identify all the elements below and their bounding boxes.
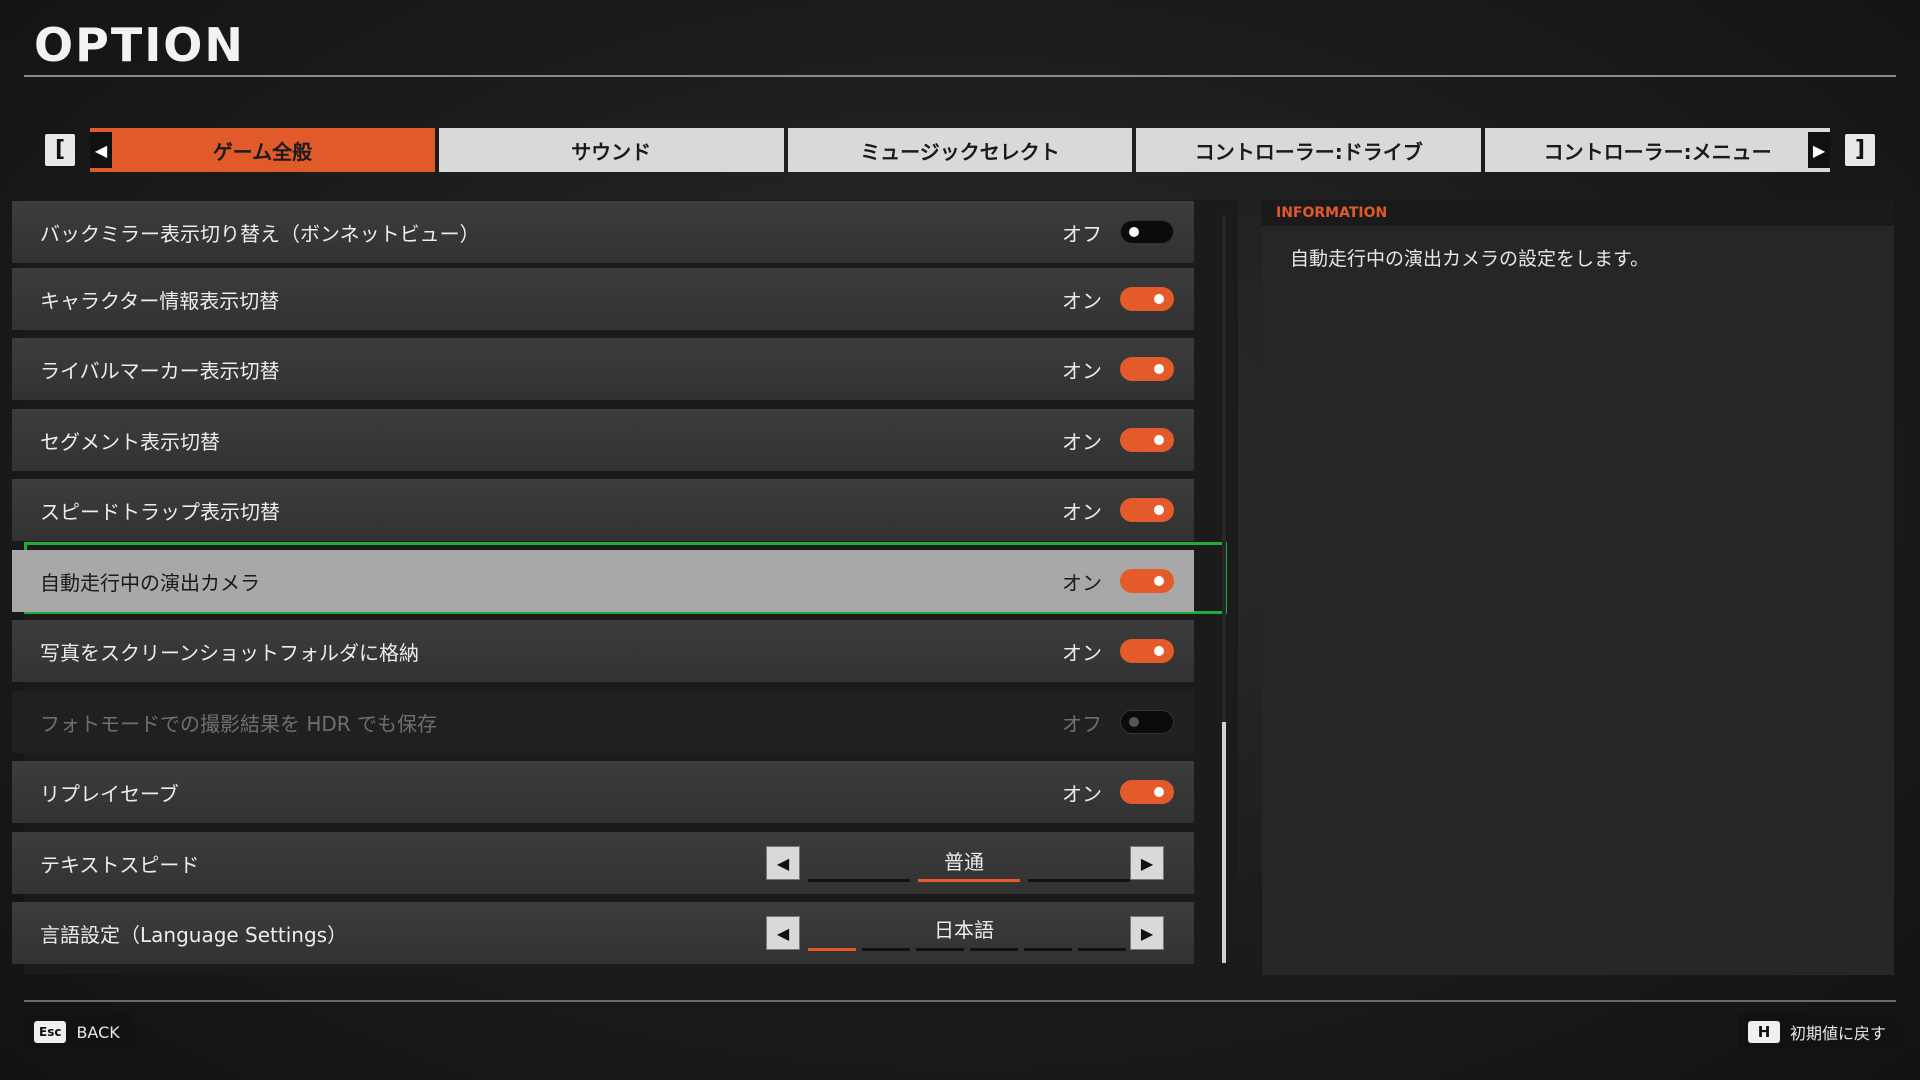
toggle-switch[interactable] [1120, 569, 1174, 593]
selector-segment [862, 948, 910, 951]
setting-row-hdr-save: フォトモードでの撮影結果を HDR でも保存 オフ [12, 691, 1194, 753]
setting-label: キャラクター情報表示切替 [40, 288, 280, 313]
arrow-left-icon[interactable]: ◀ [766, 846, 800, 880]
toggle-switch[interactable] [1120, 220, 1174, 244]
setting-label: ライバルマーカー表示切替 [40, 358, 280, 383]
setting-row-character-info[interactable]: キャラクター情報表示切替 オン [12, 268, 1194, 330]
toggle-knob [1129, 227, 1139, 237]
reset-label: 初期値に戻す [1790, 1024, 1887, 1043]
page-title: OPTION [34, 18, 245, 72]
toggle-switch[interactable] [1120, 780, 1174, 804]
setting-value: オン [1062, 640, 1102, 665]
tab-label: コントローラー:ドライブ [1194, 139, 1423, 164]
arrow-right-icon[interactable]: ▶ [1130, 916, 1164, 950]
reset-defaults-button[interactable]: H 初期値に戻す [1738, 1014, 1901, 1050]
tab-label: ゲーム全般 [212, 139, 313, 164]
toggle-knob [1154, 364, 1164, 374]
setting-row-replay-save[interactable]: リプレイセーブ オン [12, 761, 1194, 823]
scrollbar-thumb[interactable] [1222, 722, 1226, 963]
setting-label: 自動走行中の演出カメラ [40, 570, 260, 595]
toggle-switch[interactable] [1120, 639, 1174, 663]
toggle-knob [1154, 646, 1164, 656]
setting-label: テキストスピード [40, 852, 200, 877]
selector-value: 日本語 [934, 918, 994, 942]
setting-label: 言語設定（Language Settings） [40, 922, 348, 947]
header-divider [24, 75, 1896, 77]
setting-row-auto-drive-camera[interactable]: 自動走行中の演出カメラ オン [12, 550, 1194, 612]
setting-label: セグメント表示切替 [40, 429, 220, 454]
tab-controller-menu[interactable]: コントローラー:メニュー ▶ [1485, 128, 1830, 172]
setting-row-language[interactable]: 言語設定（Language Settings） ◀ 日本語 ▶ [12, 902, 1194, 964]
setting-value: オン [1062, 570, 1102, 595]
toggle-knob [1154, 294, 1164, 304]
tab-controller-drive[interactable]: コントローラー:ドライブ [1136, 128, 1482, 172]
arrow-left-icon[interactable]: ◀ [766, 916, 800, 950]
information-text: 自動走行中の演出カメラの設定をします。 [1290, 248, 1650, 270]
setting-row-screenshot-folder[interactable]: 写真をスクリーンショットフォルダに格納 オン [12, 620, 1194, 682]
toggle-knob [1154, 576, 1164, 586]
back-label: BACK [76, 1022, 120, 1042]
footer-divider [24, 1000, 1896, 1002]
toggle-switch[interactable] [1120, 428, 1174, 452]
setting-label: スピードトラップ表示切替 [40, 499, 280, 524]
toggle-switch[interactable] [1120, 357, 1174, 381]
setting-value: オン [1062, 288, 1102, 313]
tab-bar: ◀ ゲーム全般 サウンド ミュージックセレクト コントローラー:ドライブ コント… [90, 128, 1830, 172]
setting-label: バックミラー表示切り替え（ボンネットビュー） [40, 221, 480, 246]
selector-value: 普通 [944, 850, 984, 874]
setting-value: オン [1062, 781, 1102, 806]
prev-tab-key-hint[interactable]: [ [45, 134, 75, 166]
setting-row-text-speed[interactable]: テキストスピード ◀ 普通 ▶ [12, 832, 1194, 894]
toggle-switch[interactable] [1120, 287, 1174, 311]
tab-prev-arrow-icon[interactable]: ◀ [90, 132, 112, 168]
esc-key-icon: Esc [34, 1021, 67, 1043]
selector-segment [916, 948, 964, 951]
setting-value: オフ [1062, 711, 1102, 736]
setting-row-rival-marker[interactable]: ライバルマーカー表示切替 オン [12, 338, 1194, 400]
toggle-switch[interactable] [1120, 498, 1174, 522]
setting-value: オン [1062, 358, 1102, 383]
information-panel: INFORMATION 自動走行中の演出カメラの設定をします。 [1262, 200, 1894, 975]
setting-row-rear-mirror[interactable]: バックミラー表示切り替え（ボンネットビュー） オフ [12, 201, 1194, 263]
selector-segment-active [918, 879, 1020, 882]
toggle-knob [1129, 717, 1139, 727]
setting-label: 写真をスクリーンショットフォルダに格納 [40, 640, 419, 665]
next-tab-key-hint[interactable]: ] [1845, 134, 1875, 166]
selector-segment [1028, 879, 1130, 882]
arrow-right-icon[interactable]: ▶ [1130, 846, 1164, 880]
setting-value: オフ [1062, 221, 1102, 246]
setting-row-segment[interactable]: セグメント表示切替 オン [12, 409, 1194, 471]
h-key-icon: H [1748, 1021, 1780, 1043]
selector-segment [1024, 948, 1072, 951]
toggle-switch [1120, 710, 1174, 734]
tab-general[interactable]: ◀ ゲーム全般 [90, 128, 435, 172]
tab-label: ミュージックセレクト [860, 139, 1060, 164]
setting-row-speed-trap[interactable]: スピードトラップ表示切替 オン [12, 479, 1194, 541]
tab-next-arrow-icon[interactable]: ▶ [1807, 132, 1830, 168]
selector-segment [970, 948, 1018, 951]
toggle-knob [1154, 435, 1164, 445]
setting-label: フォトモードでの撮影結果を HDR でも保存 [40, 711, 438, 736]
toggle-knob [1154, 505, 1164, 515]
selector-segment [1078, 948, 1126, 951]
selector-segment [808, 879, 910, 882]
toggle-knob [1154, 787, 1164, 797]
setting-value: オン [1062, 429, 1102, 454]
information-heading: INFORMATION [1262, 200, 1894, 226]
tab-sound[interactable]: サウンド [438, 128, 784, 172]
tab-label: コントローラー:メニュー [1543, 139, 1772, 164]
back-button[interactable]: Esc BACK [24, 1014, 134, 1050]
selector-segment-active [808, 948, 856, 951]
setting-value: オン [1062, 499, 1102, 524]
tab-music-select[interactable]: ミュージックセレクト [787, 128, 1133, 172]
tab-label: サウンド [571, 139, 652, 164]
setting-label: リプレイセーブ [40, 781, 179, 806]
